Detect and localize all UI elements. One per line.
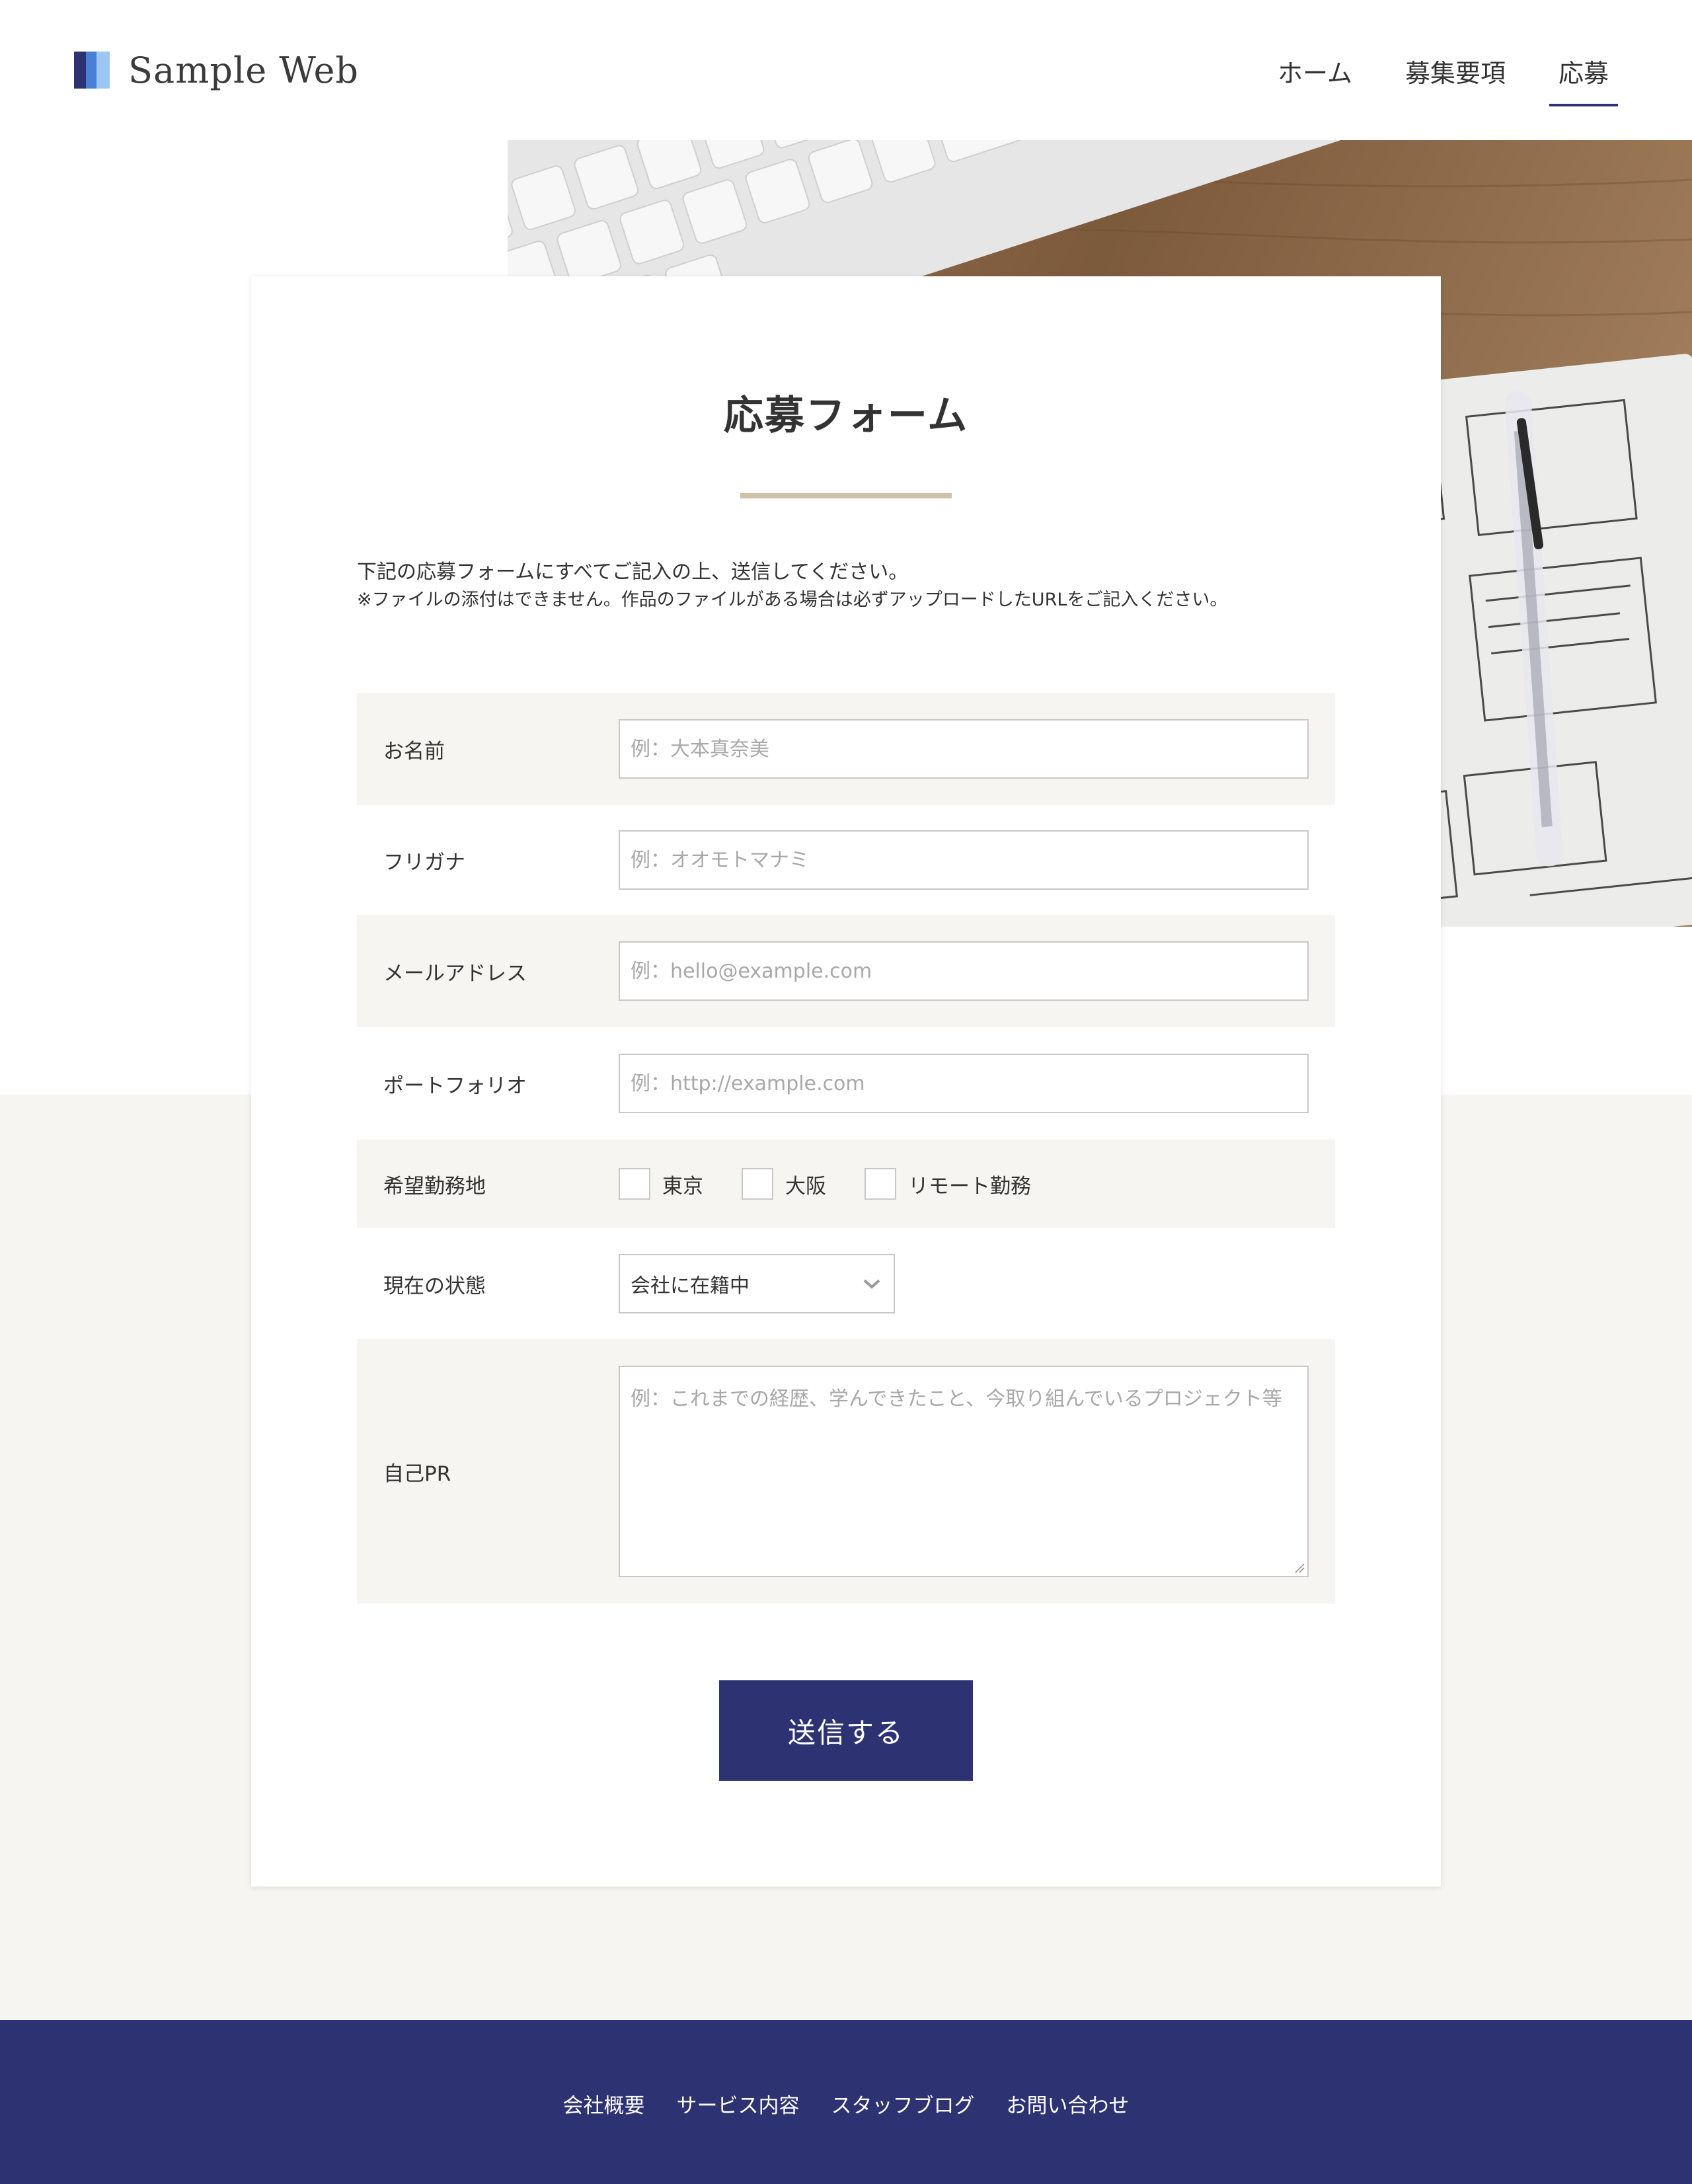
tokyo-checkbox[interactable] — [619, 1168, 650, 1200]
osaka-checkbox[interactable] — [742, 1168, 773, 1200]
logo-bars-icon — [74, 52, 110, 89]
footer-link-contact[interactable]: お問い合わせ — [1007, 2089, 1130, 2119]
application-form-card: 応募フォーム 下記の応募フォームにすべてご記入の上、送信してください。 ※ファイ… — [251, 276, 1441, 1887]
email-label: メールアドレス — [383, 961, 527, 986]
form-row-location: 希望勤務地 東京 大阪 リモート勤務 — [357, 1140, 1335, 1228]
footer-link-services[interactable]: サービス内容 — [677, 2089, 800, 2119]
resize-grip-icon[interactable] — [1294, 1563, 1305, 1573]
status-select[interactable]: 会社に在籍中 — [619, 1254, 895, 1313]
application-form: お名前 フリガナ メールアドレス ポートフォリオ 希望勤務地 東京 — [357, 693, 1335, 1604]
footer-link-company[interactable]: 会社概要 — [563, 2089, 645, 2119]
name-label: お名前 — [383, 739, 445, 763]
submit-button[interactable]: 送信する — [719, 1680, 973, 1781]
footer-link-blog[interactable]: スタッフブログ — [831, 2089, 975, 2119]
form-row-furigana: フリガナ — [357, 805, 1335, 915]
site-footer: 会社概要 サービス内容 スタッフブログ お問い合わせ — [0, 2020, 1692, 2184]
pr-label: 自己PR — [383, 1462, 451, 1486]
form-row-pr: 自己PR — [357, 1339, 1335, 1604]
remote-checkbox[interactable] — [865, 1168, 896, 1200]
site-logo[interactable]: Sample Web — [74, 49, 359, 91]
remote-label: リモート勤務 — [908, 1174, 1031, 1198]
furigana-label: フリガナ — [383, 850, 465, 875]
nav-item-apply[interactable]: 応募 — [1549, 53, 1618, 106]
osaka-label: 大阪 — [785, 1174, 826, 1198]
portfolio-input[interactable] — [619, 1054, 1309, 1113]
tokyo-label: 東京 — [662, 1174, 703, 1198]
portfolio-label: ポートフォリオ — [383, 1073, 527, 1098]
nav-item-home[interactable]: ホーム — [1268, 53, 1362, 106]
name-input[interactable] — [619, 719, 1309, 779]
furigana-input[interactable] — [619, 830, 1309, 890]
location-label: 希望勤務地 — [383, 1174, 486, 1198]
form-row-status: 現在の状態 会社に在籍中 — [357, 1228, 1335, 1339]
location-option-tokyo[interactable]: 東京 — [619, 1168, 703, 1200]
site-name: Sample Web — [128, 49, 359, 91]
intro-note: ※ファイルの添付はできません。作品のファイルがある場合は必ずアップロードしたUR… — [357, 590, 1228, 610]
intro-text: 下記の応募フォームにすべてご記入の上、送信してください。 — [357, 561, 909, 584]
main-nav: ホーム 募集要項 応募 — [1234, 53, 1618, 106]
location-option-remote[interactable]: リモート勤務 — [865, 1168, 1031, 1200]
location-option-osaka[interactable]: 大阪 — [742, 1168, 826, 1200]
chevron-down-icon — [863, 1279, 880, 1289]
form-row-email: メールアドレス — [357, 915, 1335, 1027]
email-input[interactable] — [619, 941, 1309, 1001]
status-label: 現在の状態 — [383, 1274, 486, 1298]
pr-textarea[interactable] — [619, 1366, 1309, 1577]
form-row-portfolio: ポートフォリオ — [357, 1027, 1335, 1140]
site-header: Sample Web ホーム 募集要項 応募 — [0, 0, 1692, 140]
form-row-name: お名前 — [357, 693, 1335, 805]
form-title: 応募フォーム — [723, 393, 969, 439]
form-intro: 下記の応募フォームにすべてご記入の上、送信してください。 ※ファイルの添付はでき… — [357, 558, 1362, 613]
nav-item-recruitment[interactable]: 募集要項 — [1396, 53, 1515, 106]
footer-nav: 会社概要 サービス内容 スタッフブログ お問い合わせ — [0, 2089, 1692, 2119]
title-divider — [740, 493, 952, 498]
status-selected-value: 会社に在籍中 — [631, 1274, 750, 1298]
location-checkboxes: 東京 大阪 リモート勤務 — [619, 1168, 1069, 1200]
